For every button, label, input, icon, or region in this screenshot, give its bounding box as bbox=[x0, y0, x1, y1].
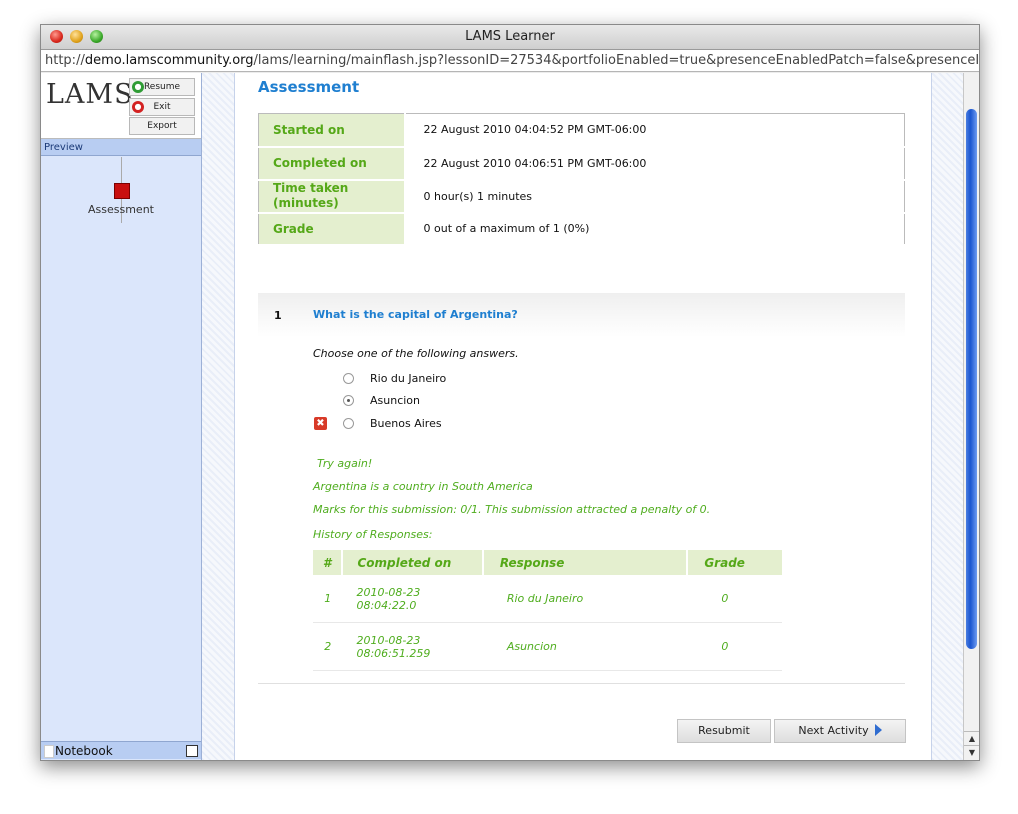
history-completed: 2010-08-23 08:04:22.0 bbox=[342, 575, 483, 623]
summary-row: Time taken (minutes) 0 hour(s) 1 minutes bbox=[258, 179, 905, 214]
scroll-up-arrow-icon[interactable]: ▲ bbox=[964, 731, 979, 746]
window-title: LAMS Learner bbox=[465, 29, 555, 44]
exit-person-icon: ● bbox=[132, 101, 144, 113]
notebook-label: Notebook bbox=[55, 744, 113, 758]
history-grade: 0 bbox=[687, 622, 782, 671]
answer-label: Asuncion bbox=[370, 394, 421, 407]
exit-button[interactable]: ● Exit bbox=[129, 98, 195, 116]
address-bar[interactable]: http://demo.lamscommunity.org/lams/learn… bbox=[41, 50, 979, 72]
summary-value: 0 out of a maximum of 1 (0%) bbox=[404, 212, 905, 246]
exit-label: Exit bbox=[153, 102, 171, 112]
feedback-marks: Marks for this submission: 0/1. This sub… bbox=[313, 503, 711, 516]
url-host: demo.lamscommunity.org bbox=[84, 53, 254, 68]
radio-button[interactable] bbox=[343, 418, 354, 429]
question-text: What is the capital of Argentina? bbox=[313, 308, 518, 321]
history-num: 1 bbox=[313, 575, 343, 623]
summary-row: Started on 22 August 2010 04:04:52 PM GM… bbox=[258, 113, 905, 148]
feedback-try-again: Try again! bbox=[317, 457, 373, 470]
summary-label: Time taken (minutes) bbox=[258, 179, 406, 214]
next-activity-button[interactable]: Next Activity bbox=[774, 719, 906, 743]
summary-table: Started on 22 August 2010 04:04:52 PM GM… bbox=[258, 113, 905, 246]
title-bar: LAMS Learner bbox=[41, 25, 979, 50]
export-label: Export bbox=[147, 121, 177, 131]
answer-label: Rio du Janeiro bbox=[370, 372, 447, 385]
resubmit-label: Resubmit bbox=[698, 724, 750, 737]
summary-value: 22 August 2010 04:04:52 PM GMT-06:00 bbox=[404, 113, 905, 148]
history-header-completed: Completed on bbox=[342, 550, 484, 575]
history-header-row: # Completed on Response Grade bbox=[313, 550, 782, 575]
summary-label: Started on bbox=[258, 113, 406, 148]
summary-label: Completed on bbox=[258, 146, 406, 181]
history-time: 08:04:22.0 bbox=[356, 598, 417, 612]
arrow-right-icon bbox=[874, 724, 882, 736]
page-title: Assessment bbox=[258, 78, 360, 96]
next-activity-label: Next Activity bbox=[798, 724, 869, 737]
scrollbar-thumb[interactable] bbox=[966, 109, 977, 649]
right-margin-pattern bbox=[931, 73, 964, 760]
history-date: 2010-08-23 bbox=[356, 633, 421, 647]
incorrect-answer-icon: ✖ bbox=[314, 417, 327, 430]
radio-button[interactable] bbox=[343, 373, 354, 384]
resume-button[interactable]: ● Resume bbox=[129, 78, 195, 96]
history-header-grade: Grade bbox=[687, 550, 782, 575]
history-response: Rio du Janeiro bbox=[482, 575, 688, 623]
url-prefix: http:// bbox=[45, 53, 85, 68]
left-margin-pattern bbox=[202, 73, 235, 760]
lams-logo: LAMS bbox=[46, 79, 134, 110]
question-instruction: Choose one of the following answers. bbox=[313, 347, 519, 360]
summary-value: 22 August 2010 04:06:51 PM GMT-06:00 bbox=[404, 146, 905, 181]
history-date: 2010-08-23 bbox=[356, 585, 421, 599]
feedback-hint: Argentina is a country in South America bbox=[313, 480, 533, 493]
history-row: 2 2010-08-23 08:06:51.259 Asuncion 0 bbox=[313, 622, 782, 671]
url-path: /lams/learning/mainflash.jsp?lessonID=27… bbox=[253, 53, 979, 68]
current-activity-marker-icon[interactable] bbox=[114, 183, 130, 199]
browser-window: LAMS Learner http://demo.lamscommunity.o… bbox=[40, 24, 980, 761]
notebook-icon bbox=[44, 745, 54, 758]
question-number: 1 bbox=[274, 309, 282, 322]
activity-label-assessment[interactable]: Assessment bbox=[41, 203, 201, 216]
history-grade: 0 bbox=[687, 575, 782, 623]
resume-label: Resume bbox=[143, 82, 181, 92]
export-button[interactable]: Export bbox=[129, 117, 195, 135]
history-completed: 2010-08-23 08:06:51.259 bbox=[342, 622, 483, 671]
answer-label: Buenos Aires bbox=[370, 417, 442, 430]
summary-row: Grade 0 out of a maximum of 1 (0%) bbox=[258, 212, 905, 246]
radio-button-selected[interactable] bbox=[343, 395, 354, 406]
summary-value: 0 hour(s) 1 minutes bbox=[404, 179, 905, 214]
assessment-content: Assessment Started on 22 August 2010 04:… bbox=[235, 73, 931, 760]
response-history-table: # Completed on Response Grade 1 2010-08-… bbox=[313, 550, 782, 671]
preview-header: Preview bbox=[41, 139, 201, 156]
logo-area: LAMS ● Resume ● Exit Export bbox=[41, 73, 201, 139]
lams-sidebar: LAMS ● Resume ● Exit Export Preview Asse… bbox=[41, 73, 202, 760]
history-row: 1 2010-08-23 08:04:22.0 Rio du Janeiro 0 bbox=[313, 575, 782, 623]
vertical-scrollbar[interactable]: ▲ ▼ bbox=[963, 73, 979, 760]
history-time: 08:06:51.259 bbox=[356, 646, 431, 660]
history-header-num: # bbox=[313, 550, 344, 575]
summary-label: Grade bbox=[258, 212, 406, 246]
divider bbox=[258, 683, 905, 684]
history-response: Asuncion bbox=[482, 622, 688, 671]
scroll-down-arrow-icon[interactable]: ▼ bbox=[964, 745, 979, 760]
maximize-icon[interactable] bbox=[186, 745, 198, 757]
summary-row: Completed on 22 August 2010 04:06:51 PM … bbox=[258, 146, 905, 181]
history-header-response: Response bbox=[482, 550, 689, 575]
walking-person-icon: ● bbox=[132, 81, 144, 93]
history-num: 2 bbox=[313, 622, 343, 671]
resubmit-button[interactable]: Resubmit bbox=[677, 719, 771, 743]
notebook-bar[interactable]: Notebook bbox=[41, 741, 201, 759]
history-label: History of Responses: bbox=[313, 528, 433, 541]
